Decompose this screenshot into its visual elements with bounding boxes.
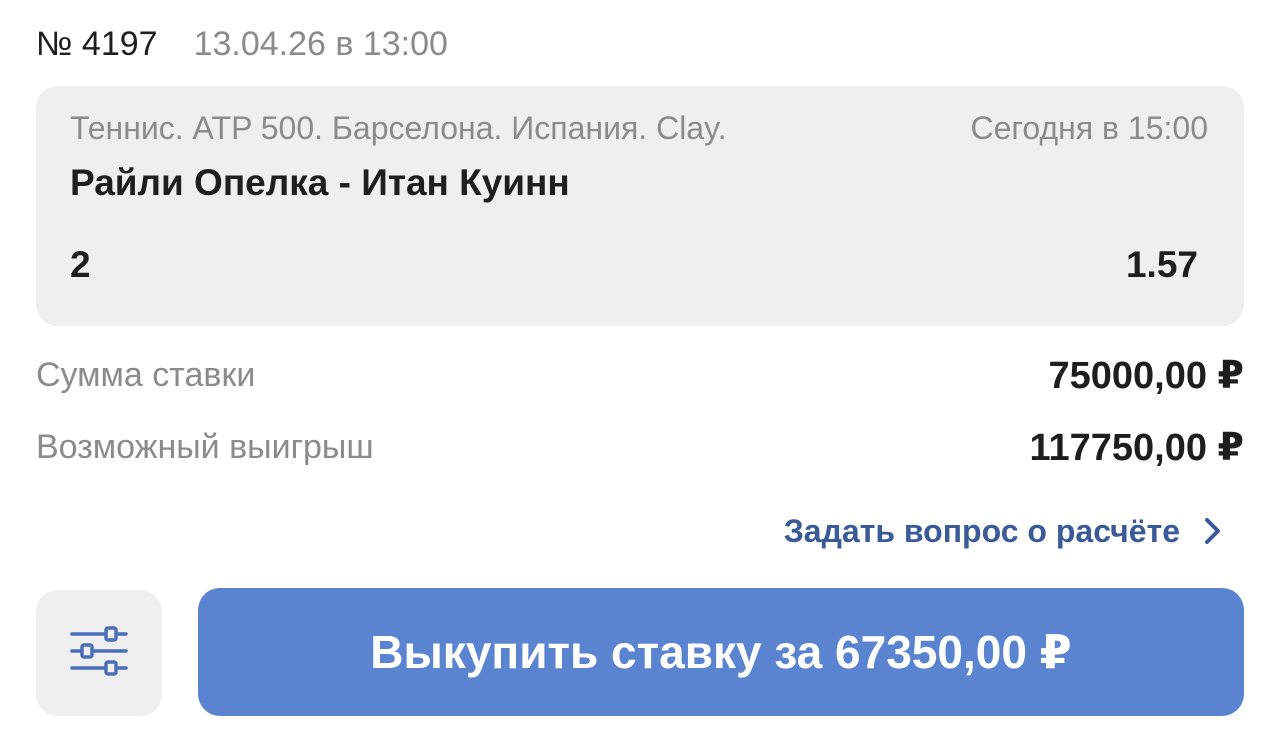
ask-settlement-question-link[interactable]: Задать вопрос о расчёте	[784, 508, 1224, 554]
event-start-time: Сегодня в 15:00	[970, 110, 1209, 146]
bet-header: № 4197 13.04.26 в 13:00	[36, 22, 448, 66]
possible-win-label: Возможный выигрыш	[36, 427, 374, 466]
sliders-icon	[68, 620, 130, 687]
event-outcome: 2	[70, 244, 91, 285]
bet-number: № 4197	[36, 24, 158, 63]
event-odds: 1.57	[1125, 244, 1198, 285]
ask-settlement-question-label: Задать вопрос о расчёте	[783, 512, 1180, 549]
stake-value: 75000,00 ₽	[1048, 354, 1245, 397]
event-league: Теннис. ATP 500. Барселона. Испания. Cla…	[70, 110, 727, 146]
bet-date: 13.04.26 в 13:00	[193, 24, 448, 63]
settings-button[interactable]	[36, 590, 162, 716]
chevron-right-icon	[1202, 516, 1224, 546]
possible-win-row: Возможный выигрыш 117750,00 ₽	[36, 422, 1244, 472]
bet-details-screen: № 4197 13.04.26 в 13:00 Теннис. ATP 500.…	[0, 0, 1280, 740]
cashout-button[interactable]: Выкупить ставку за 67350,00 ₽	[198, 588, 1244, 716]
stake-label: Сумма ставки	[36, 355, 256, 394]
possible-win-value: 117750,00 ₽	[1029, 426, 1244, 469]
event-card: Теннис. ATP 500. Барселона. Испания. Cla…	[36, 86, 1244, 326]
event-teams: Райли Опелка - Итан Куинн	[70, 162, 570, 203]
stake-row: Сумма ставки 75000,00 ₽	[36, 350, 1244, 400]
